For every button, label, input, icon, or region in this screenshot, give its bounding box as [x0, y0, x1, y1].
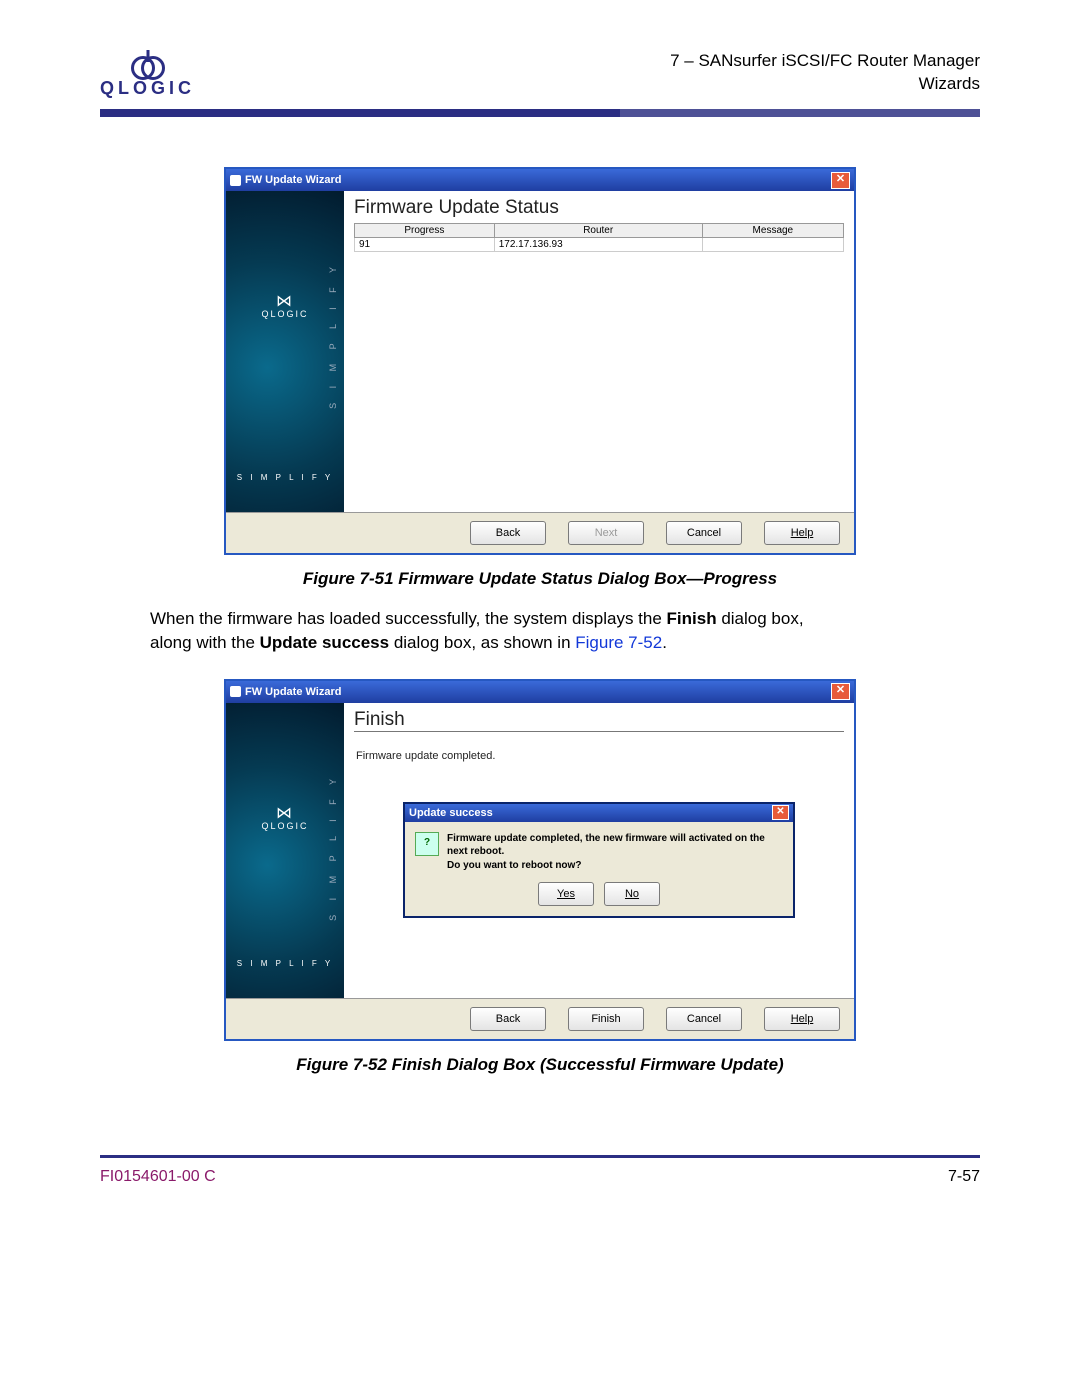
- page-header: QLOGIC 7 – SANsurfer iSCSI/FC Router Man…: [100, 50, 980, 99]
- body-paragraph: When the firmware has loaded successfull…: [150, 607, 830, 655]
- screenshot-fw-status: FW Update Wizard ✕ S I M P L I F Y ⋈ QLO…: [224, 167, 856, 555]
- figure-caption-2: Figure 7-52 Finish Dialog Box (Successfu…: [100, 1055, 980, 1075]
- cancel-button[interactable]: Cancel: [666, 521, 742, 545]
- button-row: Back Next Cancel Help: [226, 513, 854, 553]
- window-titlebar-2: FW Update Wizard ✕: [226, 681, 854, 703]
- col-progress: Progress: [355, 224, 495, 238]
- wizard-sidepanel: S I M P L I F Y ⋈ QLOGIC S I M P L I F Y: [226, 191, 344, 512]
- wizard-sidepanel-2: S I M P L I F Y ⋈ QLOGIC S I M P L I F Y: [226, 703, 344, 999]
- figure-ref-link[interactable]: Figure 7-52: [575, 633, 662, 652]
- col-message: Message: [702, 224, 843, 238]
- brand-logo: QLOGIC: [100, 50, 195, 99]
- screenshot-finish: FW Update Wizard ✕ S I M P L I F Y ⋈ QLO…: [224, 679, 856, 1042]
- header-right: 7 – SANsurfer iSCSI/FC Router Manager Wi…: [670, 50, 980, 96]
- update-success-popup: Update success ✕ ? Firmware update compl…: [403, 802, 795, 919]
- cell-progress: 91: [355, 238, 495, 252]
- window-title-2: FW Update Wizard: [245, 686, 341, 698]
- section-line: Wizards: [670, 73, 980, 96]
- page-footer: FI0154601-00 C 7-57: [100, 1168, 980, 1186]
- table-row: 91 172.17.136.93: [355, 238, 844, 252]
- button-row-2: Back Finish Cancel Help: [226, 999, 854, 1039]
- back-button[interactable]: Back: [470, 521, 546, 545]
- panel-heading-2: Finish: [354, 709, 844, 732]
- no-button[interactable]: No: [604, 882, 660, 906]
- simplify-vertical: S I M P L I F Y: [328, 261, 338, 409]
- java-icon: [230, 175, 241, 186]
- close-icon[interactable]: ✕: [831, 683, 850, 700]
- doc-number: FI0154601-00 C: [100, 1168, 216, 1186]
- popup-line1: Firmware update completed, the new firmw…: [447, 832, 783, 859]
- window-titlebar: FW Update Wizard ✕: [226, 169, 854, 191]
- page-number: 7-57: [948, 1168, 980, 1186]
- status-message: Firmware update completed.: [356, 750, 844, 762]
- finish-button[interactable]: Finish: [568, 1007, 644, 1031]
- next-button: Next: [568, 521, 644, 545]
- figure-caption-1: Figure 7-51 Firmware Update Status Dialo…: [100, 569, 980, 589]
- help-button[interactable]: Help: [764, 521, 840, 545]
- close-icon[interactable]: ✕: [772, 805, 789, 820]
- footer-rule: [100, 1155, 980, 1158]
- close-icon[interactable]: ✕: [831, 172, 850, 189]
- java-icon: [230, 686, 241, 697]
- back-button[interactable]: Back: [470, 1007, 546, 1031]
- cancel-button[interactable]: Cancel: [666, 1007, 742, 1031]
- cell-message: [702, 238, 843, 252]
- simplify-vertical: S I M P L I F Y: [328, 773, 338, 921]
- sidepanel-logo: ⋈ QLOGIC: [226, 803, 344, 831]
- popup-title: Update success: [409, 807, 493, 819]
- cell-router: 172.17.136.93: [494, 238, 702, 252]
- simplify-horizontal: S I M P L I F Y: [226, 959, 344, 968]
- chapter-line: 7 – SANsurfer iSCSI/FC Router Manager: [670, 50, 980, 73]
- simplify-horizontal: S I M P L I F Y: [226, 473, 344, 482]
- window-title: FW Update Wizard: [245, 174, 341, 186]
- col-router: Router: [494, 224, 702, 238]
- brand-text: QLOGIC: [100, 78, 195, 99]
- qlogic-icon: [129, 50, 167, 76]
- yes-button[interactable]: Yes: [538, 882, 594, 906]
- question-icon: ?: [415, 832, 439, 856]
- popup-line2: Do you want to reboot now?: [447, 859, 783, 873]
- help-button[interactable]: Help: [764, 1007, 840, 1031]
- panel-heading: Firmware Update Status: [354, 197, 844, 219]
- status-table: Progress Router Message 91 172.17.136.93: [354, 223, 844, 252]
- sidepanel-logo: ⋈ QLOGIC: [226, 291, 344, 319]
- header-rule: [100, 109, 980, 117]
